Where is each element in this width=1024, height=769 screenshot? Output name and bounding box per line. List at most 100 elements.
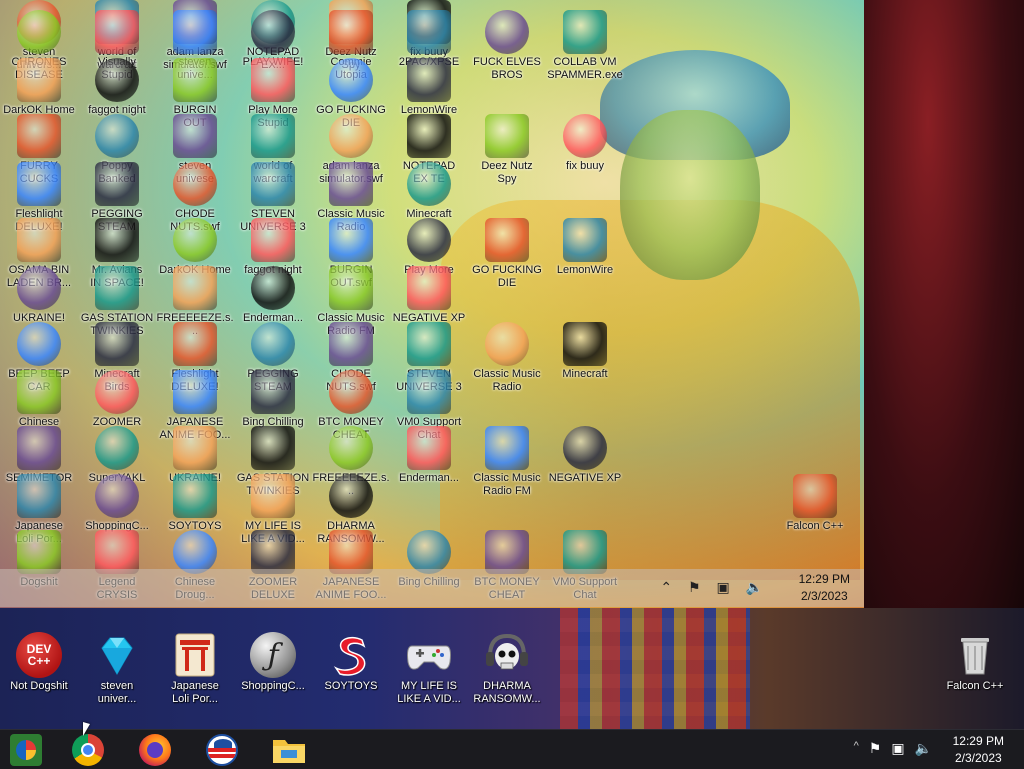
inner-app-icon <box>17 426 61 470</box>
inner-desktop-icon: Falcon C++ <box>776 474 854 533</box>
inner-app-icon <box>407 114 451 158</box>
inner-desktop-icon: DarkOK Home <box>0 58 78 117</box>
start-button[interactable] <box>4 733 48 767</box>
inner-app-icon <box>17 114 61 158</box>
inner-app-icon <box>95 266 139 310</box>
inner-desktop-icon: UKRAINE! <box>0 266 78 325</box>
inner-app-icon <box>173 426 217 470</box>
inner-desktop-icon: faggot night <box>78 58 156 117</box>
inner-app-icon <box>485 10 529 54</box>
system-tray: ^ ⚑ ▣ 🔈 <box>854 740 932 757</box>
file-explorer-button[interactable] <box>267 733 311 767</box>
inner-clock: 12:29 PM 2/3/2023 <box>799 571 850 605</box>
desktop-icon-label: MY LIFE IS LIKE A VID... <box>397 680 461 705</box>
inner-app-icon <box>173 58 217 102</box>
inner-app-icon <box>17 322 61 366</box>
inner-desktop-icon-label: Enderman... <box>399 472 459 484</box>
obama-logo-button[interactable] <box>200 733 244 767</box>
inner-desktop-icon: NEGATIVE XP <box>546 426 624 485</box>
desktop-icon-falcon[interactable]: Falcon C++ <box>936 632 1014 693</box>
flash-icon: ƒ <box>250 632 296 678</box>
inner-desktop-icon-label: fix buuy <box>566 160 604 172</box>
inner-app-icon <box>329 58 373 102</box>
inner-app-icon <box>329 10 373 54</box>
inner-app-icon <box>173 530 217 574</box>
desktop-icon-soytoys[interactable]: SOYTOYS <box>312 632 390 693</box>
network-icon[interactable]: ▣ <box>891 740 904 757</box>
inner-app-icon <box>563 530 607 574</box>
inner-app-icon <box>251 474 295 518</box>
inner-desktop-icon: Classic Music Radio FM <box>468 426 546 498</box>
inner-app-icon <box>95 322 139 366</box>
inner-app-icon <box>329 530 373 574</box>
inner-app-icon <box>95 58 139 102</box>
inner-app-icon <box>329 322 373 366</box>
inner-app-icon <box>251 58 295 102</box>
inner-app-icon <box>95 218 139 262</box>
desktop-icon-shopping[interactable]: ƒ ShoppingC... <box>234 632 312 693</box>
inner-desktop-icon: fix buuy <box>546 114 624 173</box>
inner-app-icon <box>17 474 61 518</box>
start-icon <box>10 734 42 766</box>
inner-app-icon <box>563 10 607 54</box>
inner-app-icon <box>17 218 61 262</box>
inner-app-icon <box>251 530 295 574</box>
inner-app-icon <box>329 162 373 206</box>
clock-date: 2/3/2023 <box>954 751 1002 765</box>
inner-app-icon <box>251 10 295 54</box>
action-center-flag-icon[interactable]: ⚑ <box>869 740 882 757</box>
inner-desktop-icon: Enderman... <box>234 266 312 325</box>
desktop-icon-not-dogshit[interactable]: DEV C++ Not Dogshit <box>0 632 78 693</box>
inner-app-icon <box>95 370 139 414</box>
inner-desktop-icon: Enderman... <box>390 426 468 485</box>
inner-app-icon <box>95 10 139 54</box>
firefox-icon <box>139 734 171 766</box>
show-hidden-icons-button[interactable]: ^ <box>854 740 859 757</box>
volume-icon[interactable]: 🔈 <box>915 740 932 757</box>
inner-app-icon <box>407 58 451 102</box>
inner-app-icon <box>407 530 451 574</box>
inner-desktop-icon: ZOOMER <box>78 370 156 429</box>
inner-app-icon <box>407 426 451 470</box>
desktop-icon-japanese[interactable]: Japanese Loli Por... <box>156 632 234 706</box>
inner-app-icon <box>563 218 607 262</box>
inner-app-icon <box>251 370 295 414</box>
s-logo-icon <box>328 632 374 678</box>
inner-app-icon <box>407 370 451 414</box>
inner-desktop-icon-label: Classic Music Radio FM <box>473 472 541 497</box>
chrome-button[interactable] <box>66 733 110 767</box>
inner-app-icon <box>251 162 295 206</box>
inner-app-icon <box>173 162 217 206</box>
inner-clock-date: 2/3/2023 <box>800 589 848 603</box>
inner-app-icon <box>329 114 373 158</box>
torii-icon <box>172 632 218 678</box>
desktop-icon-my-life[interactable]: MY LIFE IS LIKE A VID... <box>390 632 468 706</box>
inner-desktop-icon: Minecraft <box>390 162 468 221</box>
inner-app-icon <box>407 322 451 366</box>
obama-logo-icon <box>206 734 238 766</box>
diamond-icon <box>94 632 140 678</box>
desktop-icon-dharma[interactable]: DHARMA RANSOMW... <box>468 632 546 706</box>
inner-desktop-icon: Classic Music Radio <box>468 322 546 394</box>
wallpaper-plaid <box>560 608 750 730</box>
desktop-icon-label: Not Dogshit <box>10 680 68 692</box>
inner-desktop-icon-label: Minecraft <box>562 368 608 380</box>
inner-app-icon <box>407 10 451 54</box>
inner-desktop-icon: Deez Nutz Spy <box>468 114 546 186</box>
inner-clock-time: 12:29 PM <box>798 572 850 586</box>
inner-app-icon <box>251 426 295 470</box>
desktop-icon-steven-universe[interactable]: steven univer... <box>78 632 156 706</box>
inner-app-icon <box>17 266 61 310</box>
file-explorer-icon <box>273 740 305 763</box>
inner-app-icon <box>17 162 61 206</box>
inner-app-icon <box>329 474 373 518</box>
wallpaper-right <box>864 0 1024 610</box>
inner-app-icon <box>563 114 607 158</box>
taskbar-clock[interactable]: 12:29 PM 2/3/2023 <box>953 733 1004 767</box>
desktop-icon-label: Falcon C++ <box>946 680 1004 692</box>
firefox-button[interactable] <box>133 733 177 767</box>
inner-app-icon <box>251 218 295 262</box>
inner-app-icon <box>95 162 139 206</box>
inner-app-icon <box>173 218 217 262</box>
inner-app-icon <box>173 10 217 54</box>
